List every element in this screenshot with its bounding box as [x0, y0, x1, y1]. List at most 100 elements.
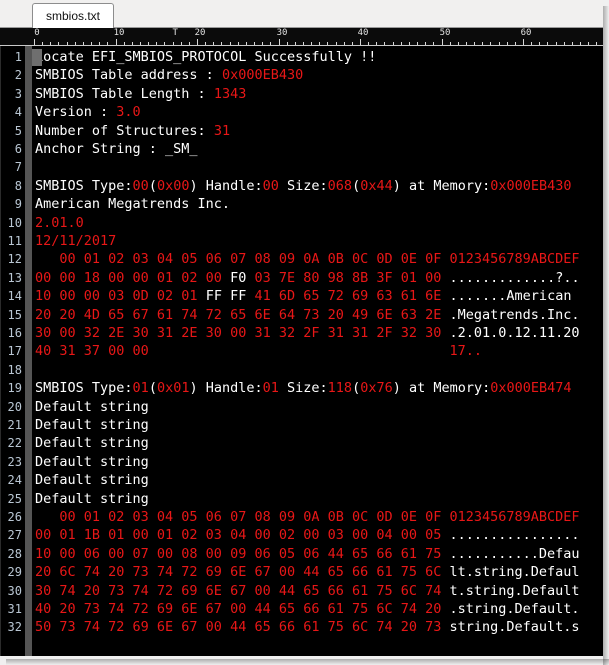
window-shadow-right — [603, 6, 609, 665]
tab-strip: smbios.txt — [0, 0, 603, 28]
code-line[interactable]: Default string — [35, 434, 149, 452]
code-token-plain: Default string — [35, 435, 149, 452]
code-token-plain: Default string — [35, 453, 149, 470]
code-token-plain: SMBIOS Table address : — [35, 67, 222, 84]
line-number: 26 — [7, 510, 22, 524]
line-number: 15 — [7, 307, 22, 322]
code-token-highlight: 0x000EB474 — [490, 380, 572, 397]
code-token-highlight: 31 — [213, 122, 231, 139]
code-line[interactable]: 30 00 32 2E 30 31 2E 30 00 31 32 2F 31 3… — [35, 324, 580, 342]
ruler-label: 10 — [113, 28, 125, 38]
code-line[interactable]: 30 74 20 73 74 72 69 6E 67 00 44 65 66 6… — [35, 582, 580, 600]
code-line[interactable]: 00 01 02 03 04 05 06 07 08 09 0A 0B 0C 0… — [35, 508, 580, 526]
code-token-highlight: 0x01 — [156, 380, 190, 397]
code-token-plain: .string.Default. — [449, 601, 580, 617]
line-number: 3 — [14, 86, 22, 101]
code-token-plain: ( — [148, 380, 157, 397]
code-token-plain: Locate EFI_SMBIOS_PROTOCOL Successfully … — [35, 49, 377, 65]
code-token-plain: t.string.Default — [449, 582, 580, 599]
line-number: 19 — [7, 381, 22, 396]
code-token-plain: SMBIOS Type: — [35, 177, 133, 194]
code-token-plain: ( — [352, 177, 361, 194]
line-number: 2 — [14, 68, 22, 83]
code-line[interactable]: Default string — [35, 398, 149, 416]
code-token-highlight: 118 — [327, 380, 353, 397]
code-token-plain: ( — [352, 380, 361, 397]
code-token-plain: Default string — [35, 472, 149, 489]
line-number: 1 — [14, 50, 22, 64]
code-line[interactable]: 00 00 18 00 00 01 02 00 F0 03 7E 80 98 8… — [35, 269, 580, 287]
code-line[interactable]: SMBIOS Type:01(0x01) Handle:01 Size:118(… — [35, 379, 572, 397]
code-content[interactable]: Locate EFI_SMBIOS_PROTOCOL Successfully … — [35, 46, 603, 659]
code-token-highlight: 10 00 06 00 07 00 08 00 09 06 05 06 44 6… — [35, 545, 450, 562]
code-token-plain: Size: — [278, 380, 328, 397]
code-token-highlight: 17.. — [449, 343, 483, 360]
code-line[interactable]: 40 20 73 74 72 69 6E 67 00 44 65 66 61 7… — [35, 600, 580, 618]
window-shadow-bottom — [6, 659, 609, 665]
line-number: 29 — [7, 565, 22, 580]
line-number: 5 — [14, 123, 22, 138]
gutter-divider — [25, 46, 32, 659]
line-number: 6 — [14, 142, 22, 156]
line-number: 9 — [14, 197, 22, 212]
code-token-highlight: 01 — [262, 380, 279, 397]
code-token-plain: Version : — [35, 104, 117, 121]
code-line[interactable]: 40 31 37 00 00 17.. — [35, 342, 482, 360]
code-token-highlight: 00 01 02 03 04 05 06 07 08 09 0A 0B 0C 0… — [35, 251, 580, 268]
code-line[interactable]: SMBIOS Table Length : 1343 — [35, 85, 246, 103]
code-line[interactable]: SMBIOS Table address : 0x000EB430 — [35, 66, 303, 84]
code-line[interactable]: 2.01.0 — [35, 214, 84, 232]
code-line[interactable]: Default string — [35, 453, 149, 471]
code-line[interactable]: 10 00 00 03 0D 02 01 FF FF 41 6D 65 72 6… — [35, 287, 571, 305]
line-number: 30 — [7, 583, 22, 598]
editor-area[interactable]: 1 2 3 4 5 6 7 8 9 10 11 12 13 14 15 16 17 18 19 20 21 22 23 24 2… — [0, 46, 603, 659]
code-line[interactable]: 12/11/2017 — [35, 232, 116, 250]
line-number: 25 — [7, 491, 22, 506]
line-number: 16 — [7, 326, 22, 340]
code-token-highlight: 41 6D 65 72 69 63 61 6E — [246, 288, 450, 305]
code-line[interactable]: SMBIOS Type:00(0x00) Handle:00 Size:068(… — [35, 177, 572, 195]
code-line[interactable]: 00 01 02 03 04 05 06 07 08 09 0A 0B 0C 0… — [35, 250, 580, 268]
column-ruler: 0 10 20 30 40 50 60 T — [0, 28, 603, 46]
line-number: 22 — [7, 436, 22, 451]
code-token-plain: .2.01.0.12.11.20 — [449, 325, 580, 341]
code-token-highlight: 1343 — [213, 85, 247, 102]
code-line[interactable]: 10 00 06 00 07 00 08 00 09 06 05 06 44 6… — [35, 545, 580, 563]
code-line[interactable]: Anchor String : _SM_ — [35, 140, 198, 158]
code-line[interactable]: Version : 3.0 — [35, 103, 141, 121]
code-token-plain: Size: — [278, 177, 328, 194]
code-token-highlight: 00 00 18 00 00 01 02 00 — [35, 269, 231, 286]
code-line[interactable]: Default string — [35, 490, 149, 508]
code-token-plain: ............ — [449, 269, 548, 286]
code-line[interactable]: Number of Structures: 31 — [35, 122, 230, 140]
code-token-highlight: 40 31 37 00 00 — [35, 343, 450, 360]
line-number: 21 — [7, 418, 22, 432]
code-token-plain: F0 — [230, 269, 247, 286]
line-number: 24 — [7, 473, 22, 488]
code-token-plain: string.Default.s — [449, 619, 580, 636]
code-token-highlight: 0x76 — [360, 380, 393, 397]
code-line[interactable]: American Megatrends Inc. — [35, 195, 230, 213]
code-line[interactable]: 20 6C 74 20 73 74 72 69 6E 67 00 44 65 6… — [35, 563, 580, 581]
code-token-highlight: 068 — [327, 177, 353, 194]
code-token-plain: Number of Structures: — [35, 122, 214, 139]
code-token-plain: .Megatrends.Inc. — [449, 306, 580, 323]
code-line[interactable]: 50 73 74 72 69 6E 67 00 44 65 66 61 75 6… — [35, 618, 580, 636]
line-number: 7 — [14, 160, 22, 175]
line-number: 20 — [7, 399, 22, 414]
code-line[interactable]: Locate EFI_SMBIOS_PROTOCOL Successfully … — [35, 48, 376, 66]
code-line[interactable]: 00 01 1B 01 00 01 02 03 04 00 02 00 03 0… — [35, 526, 580, 544]
code-line[interactable]: Default string — [35, 416, 149, 434]
code-token-highlight: 00 01 02 03 04 05 06 07 08 09 0A 0B 0C 0… — [35, 509, 580, 525]
code-token-highlight: 03 7E 80 98 8B 3F 01 00 — [246, 269, 450, 286]
line-number: 12 — [7, 252, 22, 267]
code-token-plain: lt.string.Defaul — [449, 564, 580, 581]
code-line[interactable]: Default string — [35, 471, 149, 489]
code-line[interactable]: 20 20 4D 65 67 61 74 72 65 6E 64 73 20 4… — [35, 306, 580, 324]
code-token-plain: ( — [148, 177, 157, 194]
tab-label: smbios.txt — [46, 9, 101, 23]
ruler-label: 40 — [357, 28, 369, 38]
code-token-highlight: 0x000EB430 — [221, 67, 304, 84]
tab-smbios-txt[interactable]: smbios.txt — [32, 3, 115, 28]
code-token-highlight: 20 20 4D 65 67 61 74 72 65 6E 64 73 20 4… — [35, 306, 450, 323]
